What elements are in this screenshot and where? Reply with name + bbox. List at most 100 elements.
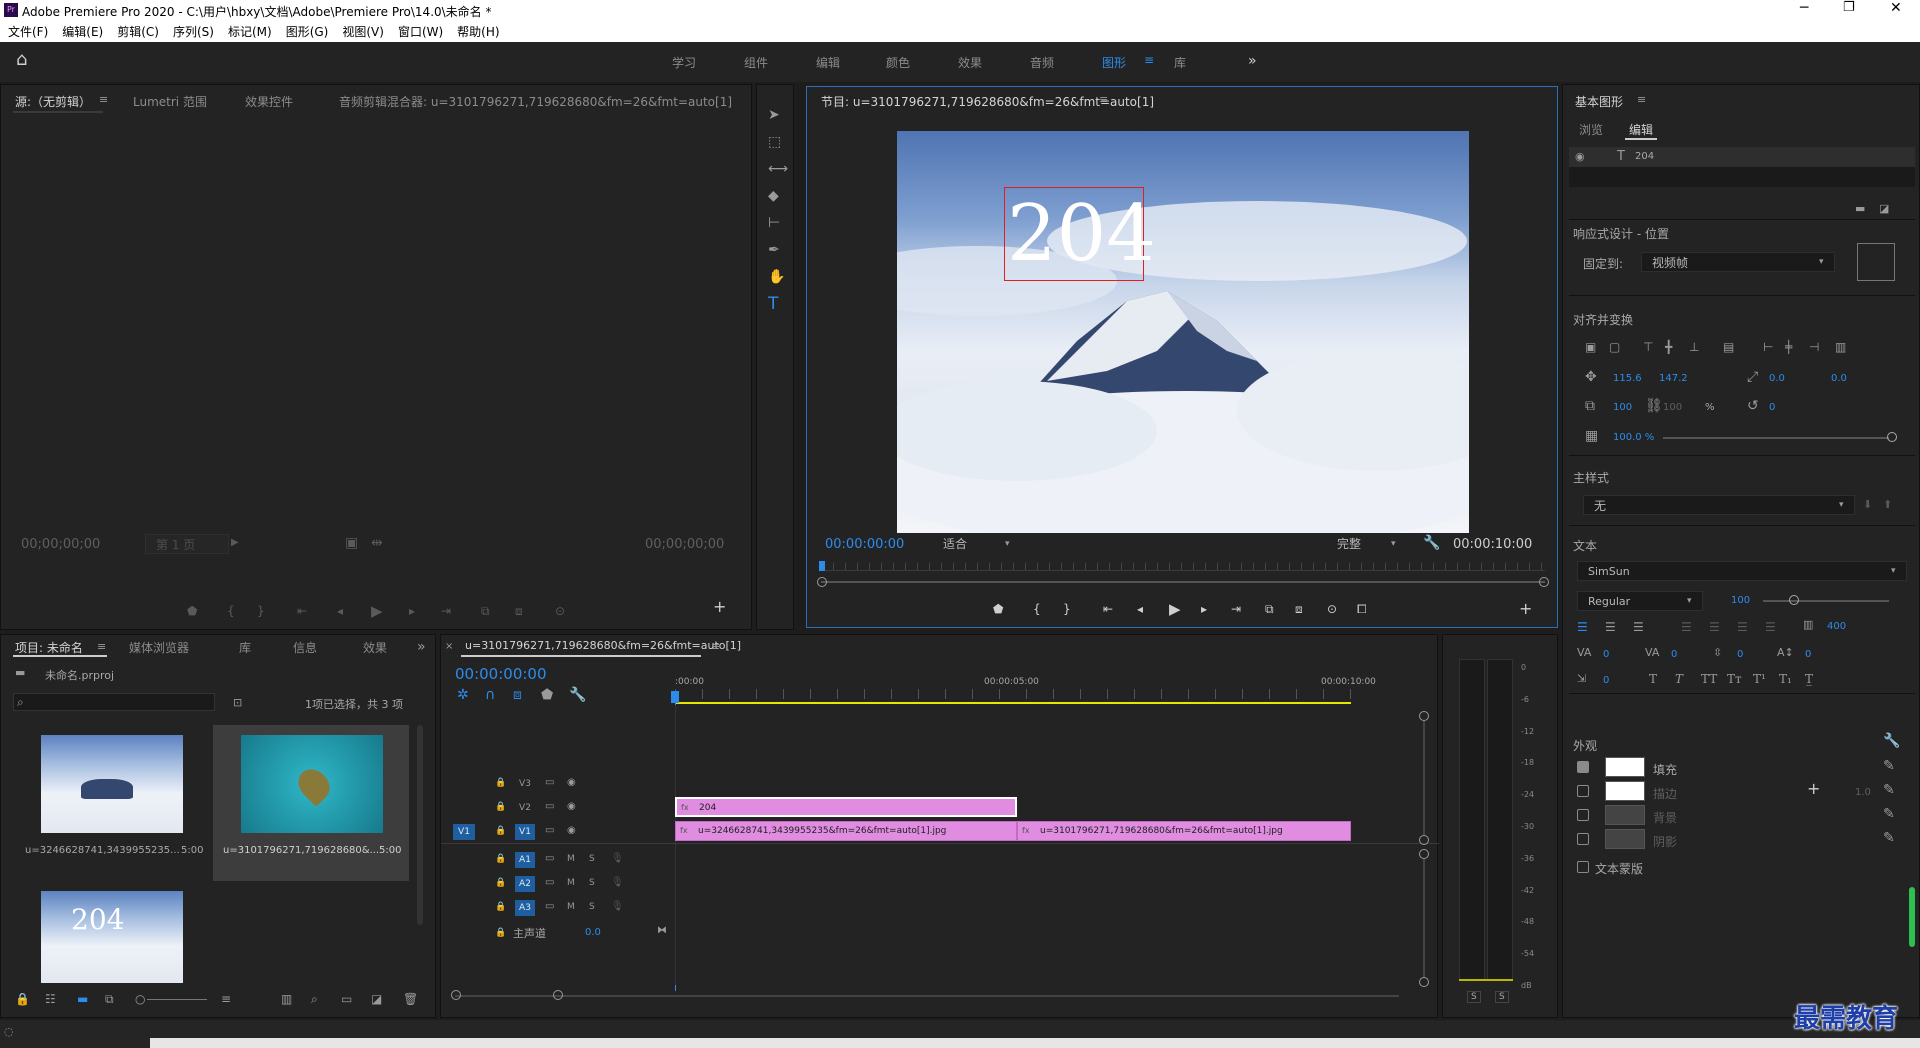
shadow-swatch[interactable] [1605,829,1645,849]
align-icon-8[interactable]: ⊣ [1809,339,1819,355]
program-playhead[interactable] [819,561,825,571]
toggle-output-eye-icon[interactable]: ◉ [567,775,576,791]
mark-in-icon[interactable]: { [227,603,235,619]
slip-tool-icon[interactable]: ⊢ [768,215,780,231]
new-bin-icon[interactable]: ▭ [341,991,352,1007]
overwrite-icon[interactable]: ⧈ [515,603,523,619]
razor-tool-icon[interactable]: ◆ [768,188,779,204]
align-icon-2[interactable]: ⊤ [1643,339,1653,355]
timeline-timecode[interactable]: 00:00:00:00 [455,665,547,683]
workspace-tab-3[interactable]: 颜色 [886,54,910,71]
align-icon-4[interactable]: ⊥ [1689,339,1699,355]
push-down-icon[interactable]: ⬇ [1863,497,1872,513]
work-area-bar[interactable] [675,702,1351,704]
voiceover-mic-icon[interactable]: 🎙 [611,875,624,891]
workspace-menu-icon[interactable]: ≡ [1144,53,1154,67]
solo-button-icon[interactable]: S [589,875,595,891]
workspace-tab-7[interactable]: 库 [1174,54,1186,71]
close-sequence-icon[interactable]: × [445,639,453,655]
lock-icon[interactable]: 🔒 [15,991,30,1007]
close-icon[interactable]: ✕ [1890,0,1902,16]
track-label-A1[interactable]: A1 [515,852,535,868]
source-page-select[interactable]: 第 1 页 [145,534,229,554]
tab-lumetri[interactable]: Lumetri 范围 [133,93,207,110]
zoom-slider-icon[interactable]: ○ [135,991,145,1007]
sync-lock-icon[interactable]: ▭ [545,775,554,791]
layer-row[interactable]: ◉ T 204 [1569,147,1915,167]
tracking-value[interactable]: 400 [1827,621,1846,632]
minimize-icon[interactable]: ─ [1800,0,1808,16]
anchor-x[interactable]: 0.0 [1769,373,1785,384]
insert-icon[interactable]: ⧉ [481,603,490,619]
export-frame-icon[interactable]: ⊙ [555,603,565,619]
project-tab-4[interactable]: 效果 [363,639,387,656]
type-tool-icon[interactable]: T [768,296,778,313]
paragraph-align-icon-1[interactable]: ☰ [1605,619,1616,635]
font-size-slider[interactable] [1763,600,1889,602]
audio-sync-lock-icon[interactable]: ▭ [545,875,554,891]
timeline-ruler[interactable] [675,689,1365,699]
play-icon[interactable]: ▶ [1169,601,1181,617]
icon-view-icon[interactable]: ▬ [77,991,88,1007]
add-marker-icon[interactable]: ⬟ [993,601,1003,617]
hand-tool-icon[interactable]: ✋ [768,269,785,285]
project-item-1[interactable]: u=3246628741,3439955235... 5:00 [15,725,211,881]
fill-checkbox[interactable] [1577,761,1589,773]
sort-icon[interactable]: ≡ [221,991,231,1007]
drag-audio-icon[interactable]: ⇹ [371,535,383,551]
align-icon-1[interactable]: ▢ [1609,339,1620,355]
align-icon-7[interactable]: ╪ [1785,339,1792,355]
project-scrollbar[interactable] [417,725,423,925]
track-lock-icon[interactable]: 🔒 [495,775,506,791]
paragraph-align-icon-6[interactable]: ☰ [1765,619,1776,635]
paragraph-align-icon-5[interactable]: ☰ [1737,619,1748,635]
tab-effect-controls[interactable]: 效果控件 [245,93,293,110]
text-style-icon-2[interactable]: TT [1701,671,1717,687]
program-timecode[interactable]: 00:00:00:00 [825,537,904,552]
project-item-2[interactable]: u=3101796271,719628680&... 5:00 [213,725,409,881]
master-lock-icon[interactable]: 🔒 [495,925,506,941]
overwrite-icon[interactable]: ⧈ [1295,601,1303,617]
drag-video-icon[interactable]: ▣ [345,535,358,551]
video-vscroll-bottom[interactable] [1419,835,1429,845]
text-style-icon-0[interactable]: T [1649,671,1657,687]
nest-icon[interactable]: ✲ [457,687,469,703]
essential-title[interactable]: 基本图形 [1575,93,1623,110]
project-tab-0[interactable]: 项目: 未命名 [15,639,83,656]
push-up-icon[interactable]: ⬆ [1883,497,1892,513]
appearance-wrench-icon[interactable]: 🔧 [1883,733,1900,749]
font-style-select[interactable]: Regular [1577,591,1703,611]
font-select[interactable]: SimSun [1577,561,1907,581]
new-item-icon[interactable]: ◪ [371,991,382,1007]
maximize-icon[interactable]: ❐ [1843,0,1855,15]
menu-item-6[interactable]: 视图(V) [342,22,384,42]
add-stroke-icon[interactable]: + [1807,781,1820,797]
mute-button-icon[interactable]: M [567,899,575,915]
selection-tool-icon[interactable]: ➤ [768,107,780,123]
hscroll-handle-left[interactable] [451,990,461,1000]
mark-out-icon[interactable]: } [257,603,265,619]
list-view-icon[interactable]: ☷ [45,991,56,1007]
workspace-tab-4[interactable]: 效果 [958,54,982,71]
find-icon[interactable]: ⌕ [311,991,318,1007]
eye-icon[interactable]: ◉ [1575,149,1585,165]
program-zoom-bar[interactable] [821,581,1545,583]
hscroll-handle-right[interactable] [553,990,563,1000]
position-x[interactable]: 115.6 [1613,373,1642,384]
toggle-output-eye-icon[interactable]: ◉ [567,799,576,815]
background-eyedropper-icon[interactable]: ✎ [1883,806,1895,822]
zoom-handle-right[interactable] [1539,577,1549,587]
fill-swatch[interactable] [1605,757,1645,777]
align-icon-0[interactable]: ▣ [1585,339,1596,355]
go-to-in-icon[interactable]: ⇤ [1103,601,1113,617]
thumb-zoom-track[interactable] [147,999,207,1000]
text-style-icon-3[interactable]: Tт [1727,671,1742,687]
master-track-value[interactable]: 0.0 [585,927,601,938]
audio-sync-lock-icon[interactable]: ▭ [545,851,554,867]
master-end-icon[interactable]: ⧓ [657,923,667,939]
more-tabs-icon[interactable]: » [417,639,426,655]
font-size-slider-handle[interactable] [1789,595,1799,605]
mask-checkbox[interactable] [1577,861,1589,873]
text-style-icon-1[interactable]: T [1675,671,1683,687]
compare-icon[interactable]: ⧠ [1357,601,1367,617]
